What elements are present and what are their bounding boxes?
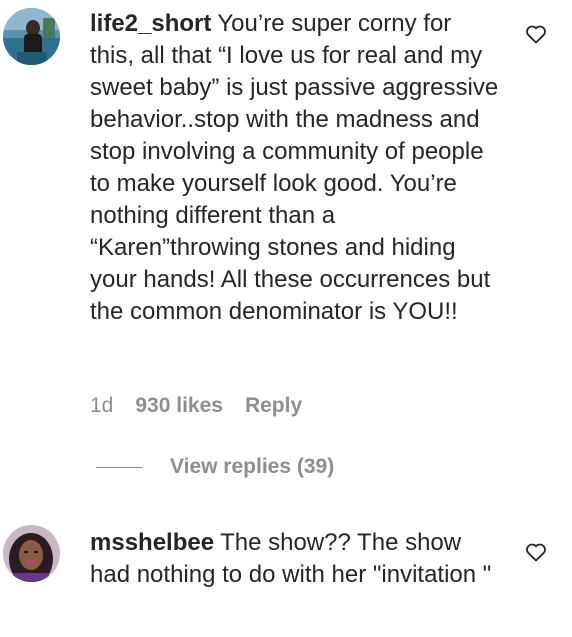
comment-username[interactable]: life2_short bbox=[90, 10, 211, 37]
user-avatar-photo-icon bbox=[3, 525, 60, 582]
like-count[interactable]: 930 likes bbox=[135, 392, 223, 420]
view-replies-button[interactable]: View replies (39) bbox=[96, 455, 334, 479]
comment-age: 1d bbox=[90, 394, 114, 417]
like-button[interactable] bbox=[524, 22, 550, 48]
like-button[interactable] bbox=[524, 540, 550, 566]
avatar[interactable] bbox=[3, 525, 60, 582]
reply-button[interactable]: Reply bbox=[245, 392, 302, 420]
divider bbox=[96, 466, 142, 468]
heart-outline-icon bbox=[526, 25, 546, 44]
avatar[interactable] bbox=[3, 8, 60, 65]
user-avatar-photo-icon bbox=[3, 8, 60, 65]
comment-meta: 1d 930 likes Reply bbox=[90, 392, 302, 420]
comment-item: life2_short You’re super corny for this, … bbox=[0, 0, 572, 500]
heart-outline-icon bbox=[526, 543, 546, 562]
comment-body: msshelbee The show?? The show had nothing… bbox=[90, 527, 500, 591]
comment-body: life2_short You’re super corny for this, … bbox=[90, 8, 500, 328]
comment-item: msshelbee The show?? The show had nothing… bbox=[0, 500, 572, 637]
comment-username[interactable]: msshelbee bbox=[90, 529, 214, 556]
view-replies-label: View replies (39) bbox=[170, 455, 335, 478]
comment-text: You’re super corny for this, all that “I… bbox=[90, 10, 499, 325]
